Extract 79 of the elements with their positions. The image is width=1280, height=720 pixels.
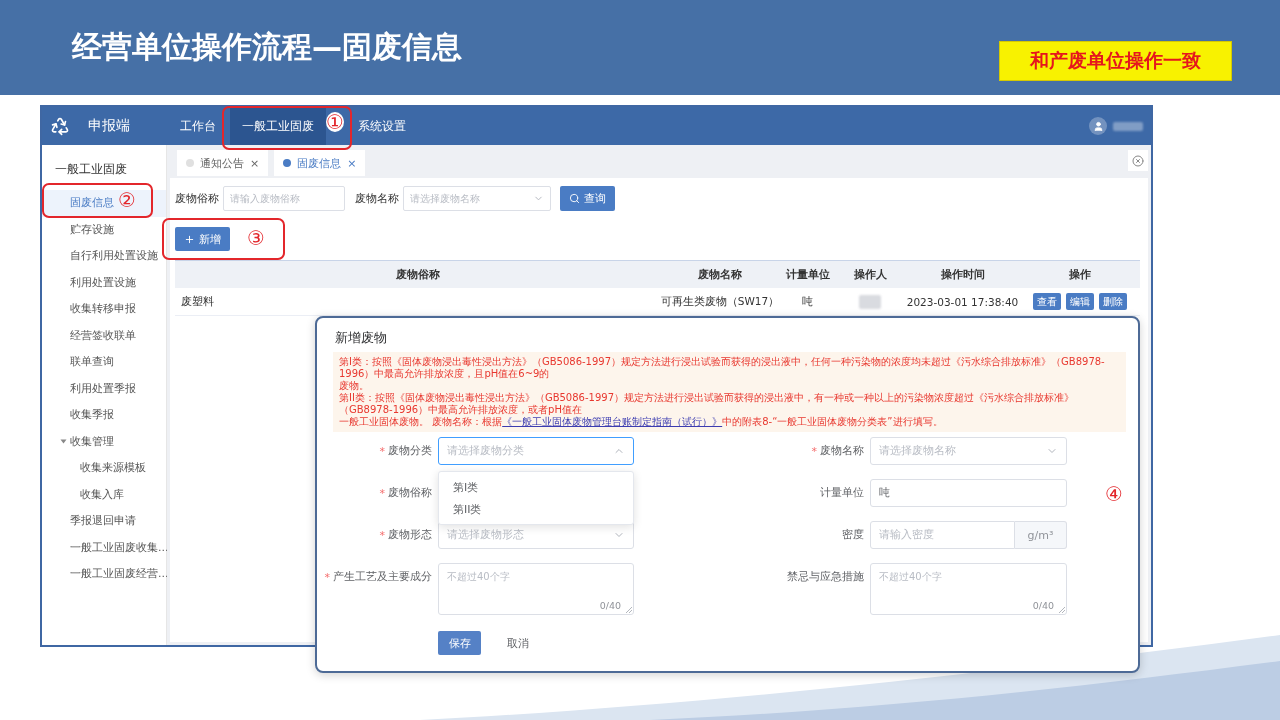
tab[interactable]: 通知公告 × — [177, 150, 269, 176]
nav-item[interactable]: 工作台 — [168, 107, 228, 145]
guide-link[interactable]: 《一般工业固体废物管理台账制定指南（试行）》 — [502, 416, 723, 427]
sidebar-item[interactable]: 一般工业固废收集… — [42, 534, 166, 561]
action-button[interactable]: 删除 — [1099, 293, 1127, 310]
sidebar-item[interactable]: 收集来源模板 — [42, 455, 166, 482]
step-number: ③ — [247, 228, 265, 248]
field-label: 废物形态 — [388, 528, 432, 542]
input-field[interactable]: 吨 — [870, 479, 1067, 507]
filter-label: 废物名称 — [355, 191, 399, 206]
column-header: 废物俗称 — [175, 260, 660, 288]
save-button[interactable]: 保存 — [438, 631, 481, 655]
recycle-icon — [50, 116, 70, 136]
column-header: 操作时间 — [905, 260, 1020, 288]
field-label: 废物俗称 — [388, 486, 432, 500]
search-icon — [569, 193, 580, 204]
field-label: 产生工艺及主要成分 — [333, 570, 432, 584]
tab[interactable]: 固废信息 × — [274, 150, 366, 176]
sidebar-item[interactable]: 收集转移申报 — [42, 296, 166, 323]
sidebar-item[interactable]: 经营签收联单 — [42, 322, 166, 349]
sidebar-item[interactable]: 联单查询 — [42, 349, 166, 376]
field-label: 禁忌与应急措施 — [787, 570, 864, 584]
add-button[interactable]: 新增 — [175, 227, 230, 251]
tab-close-button[interactable]: × — [347, 157, 357, 169]
status-dot-icon — [283, 159, 292, 167]
required-mark: * — [379, 486, 385, 500]
notice-text: 废物。 — [339, 380, 370, 392]
char-counter: 0/40 — [1032, 600, 1054, 611]
sidebar-item[interactable]: 一般工业固废经营… — [42, 561, 166, 588]
filter-label: 废物俗称 — [175, 191, 219, 206]
column-header: 操作 — [1020, 260, 1140, 288]
plus-icon — [184, 233, 195, 245]
sidebar-item[interactable]: 收集季报 — [42, 402, 166, 429]
dropdown-option[interactable]: 第II类 — [439, 498, 633, 520]
char-counter: 0/40 — [599, 600, 621, 611]
sidebar-item[interactable]: 收集入库 — [42, 481, 166, 508]
field-label: 密度 — [842, 528, 864, 542]
field-label: 废物分类 — [388, 444, 432, 458]
cancel-button[interactable]: 取消 — [495, 631, 541, 655]
sidebar-item[interactable]: 自行利用处置设施 — [42, 243, 166, 270]
sidebar-item[interactable]: 贮存设施 — [42, 216, 166, 243]
action-button[interactable]: 编辑 — [1066, 293, 1094, 310]
column-header: 废物名称 — [660, 260, 780, 288]
nav-item[interactable]: 系统设置 — [346, 107, 418, 145]
resize-grip-icon — [626, 607, 632, 613]
dialog-title: 新增废物 — [334, 329, 388, 347]
required-mark: * — [811, 444, 817, 458]
column-header: 计量单位 — [780, 260, 835, 288]
required-mark: * — [379, 444, 385, 458]
redacted-name-block — [1113, 121, 1143, 131]
unit-label: g/m³ — [1015, 521, 1067, 549]
sidebar-item[interactable]: 季报退回申请 — [42, 508, 166, 535]
user-avatar-icon[interactable] — [1089, 117, 1107, 135]
required-mark: * — [324, 570, 330, 584]
note-badge: 和产废单位操作一致 — [999, 41, 1232, 81]
redacted-block — [859, 294, 881, 309]
status-dot-icon — [186, 159, 194, 167]
notice-text: 第II类：按照《固体废物浸出毒性浸出方法》（GB5086-1997）规定方法进行浸出试验而获得的浸出液中，有一种或一种以上的污染物浓度超过《污水综合排放标准》（GB8978-1996）中最高允许排放浓度，或者pH值在 — [339, 392, 1075, 416]
sidebar-item[interactable]: 利用处置设施 — [42, 269, 166, 296]
step-number: ④ — [1105, 484, 1123, 504]
column-header: 操作人 — [835, 260, 905, 288]
slide-title: 经营单位操作流程—固废信息 — [72, 28, 462, 66]
sidebar-item[interactable]: 收集管理 — [42, 428, 166, 455]
field-label: 计量单位 — [820, 486, 864, 500]
sidebar-item[interactable]: 利用处置季报 — [42, 375, 166, 402]
action-button[interactable]: 查看 — [1033, 293, 1061, 310]
dropdown-option[interactable]: 第I类 — [439, 476, 633, 498]
field-label: 废物名称 — [820, 444, 864, 458]
required-mark: * — [379, 528, 385, 542]
close-icon — [1132, 154, 1144, 167]
nav-item[interactable]: 一般工业固废 — [230, 107, 326, 145]
brand-name: 申报端 — [88, 116, 130, 135]
sidebar-heading: 一般工业固废 — [54, 161, 128, 178]
notice-text: 一般工业固体废物。 废物名称：根据《一般工业固体废物管理台账制定指南（试行）》中的附表8-“一般工业固体废物分类表”进行填写。 — [339, 416, 944, 428]
step-number: ② — [118, 190, 136, 210]
resize-grip-icon — [1059, 607, 1065, 613]
tab-close-button[interactable]: × — [250, 157, 260, 169]
search-button[interactable]: 查询 — [560, 186, 615, 211]
notice-text: 第I类：按照《固体废物浸出毒性浸出方法》（GB5086-1997）规定方法进行浸出试验而获得的浸出液中，任何一种污染物的浓度均未超过《污水综合排放标准》（GB8978-1996）中最高允许排放浓度，且pH值在6~9的 — [339, 356, 1106, 380]
